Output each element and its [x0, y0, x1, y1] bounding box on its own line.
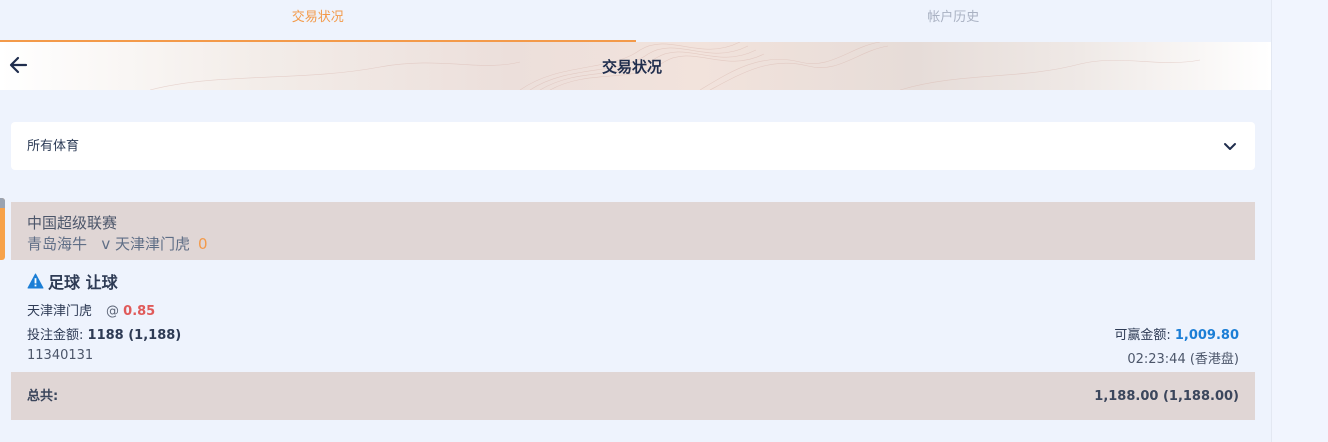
odds-value: 0.85 — [123, 304, 156, 319]
right-sidebar — [1271, 0, 1328, 442]
sport-filter-value: 所有体育 — [27, 139, 80, 154]
total-value: 1,188.00 (1,188.00) — [1094, 389, 1239, 404]
bet-card-header: 中国超级联赛 青岛海牛 v 天津津门虎 0 — [11, 202, 1255, 260]
match-score: 0 — [198, 235, 208, 253]
warning-triangle-icon — [27, 273, 44, 289]
sport-filter-dropdown[interactable]: 所有体育 — [11, 122, 1255, 170]
stake-amount: 投注金额: 1188 (1,188) — [27, 324, 181, 343]
bet-reference-number: 11340131 — [27, 348, 94, 363]
bet-card-body: 足球 让球 天津津门虎 @ 0.85 投注金额: 1188 (1,188) 可赢金… — [11, 260, 1255, 372]
bet-time: 02:23:44 (香港盘) — [1127, 352, 1239, 367]
page-header: 交易状况 — [0, 42, 1271, 90]
bet-type: 足球 让球 — [27, 269, 118, 293]
match-teams: 青岛海牛 v 天津津门虎 0 — [27, 233, 208, 254]
bet-selection: 天津津门虎 @ 0.85 — [27, 300, 155, 319]
side-drawer-handle[interactable] — [0, 198, 5, 260]
vs-label: v — [101, 235, 111, 253]
at-symbol: @ — [106, 304, 120, 319]
stake-value: 1188 (1,188) — [87, 328, 182, 343]
total-label: 总共: — [27, 389, 59, 404]
selection-team: 天津津门虎 — [27, 304, 93, 319]
win-value: 1,009.80 — [1174, 328, 1239, 343]
chevron-down-icon — [1224, 143, 1236, 150]
tab-account-history[interactable]: 帐户历史 — [636, 0, 1272, 42]
transaction-panel: 交易状况 帐户历史 交易状况 所有体育 中国超级联赛 青岛海牛 v 天津津门虎 … — [0, 0, 1271, 442]
stake-label: 投注金额: — [27, 328, 84, 343]
away-team: 天津津门虎 — [115, 235, 191, 253]
total-row: 总共: 1,188.00 (1,188.00) — [11, 372, 1255, 420]
tab-transaction-status[interactable]: 交易状况 — [0, 0, 636, 42]
page-title: 交易状况 — [601, 58, 662, 76]
league-name: 中国超级联赛 — [27, 214, 118, 232]
home-team: 青岛海牛 — [27, 235, 88, 253]
bet-type-label: 足球 让球 — [48, 273, 118, 292]
potential-win: 可赢金额: 1,009.80 — [1114, 324, 1239, 343]
win-label: 可赢金额: — [1114, 328, 1171, 343]
tab-bar: 交易状况 帐户历史 — [0, 0, 1271, 42]
